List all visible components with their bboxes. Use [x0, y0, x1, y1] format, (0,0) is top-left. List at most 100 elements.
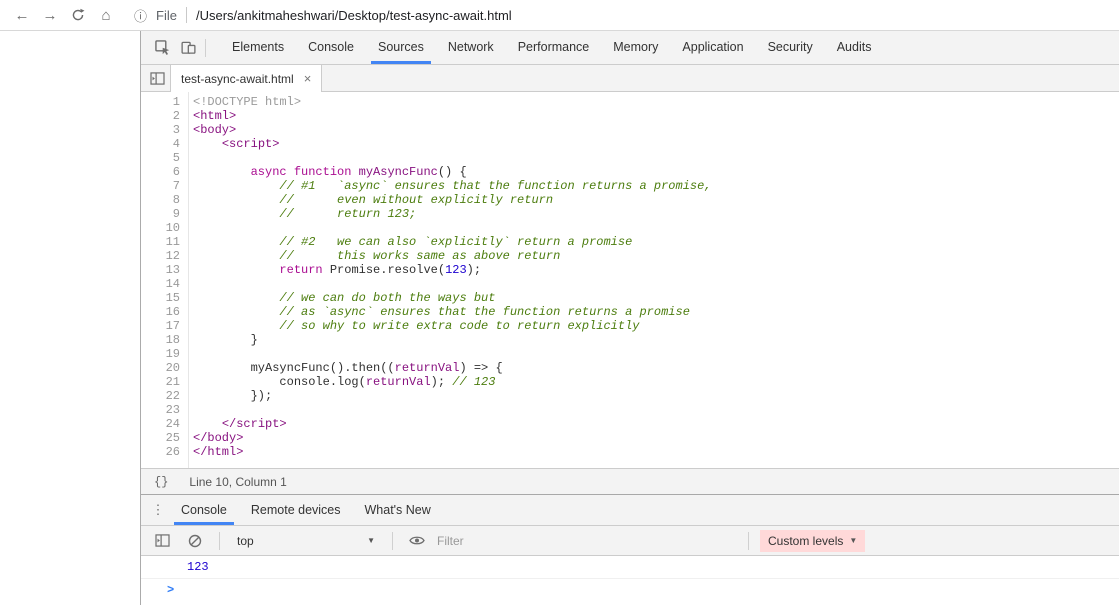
- tab-elements[interactable]: Elements: [220, 31, 296, 64]
- code-text: [188, 221, 193, 235]
- line-number[interactable]: 15: [141, 291, 188, 305]
- code-editor[interactable]: 1<!DOCTYPE html>2<html>3<body>4 <script>…: [141, 92, 1119, 468]
- line-number[interactable]: 24: [141, 417, 188, 431]
- line-number[interactable]: 13: [141, 263, 188, 277]
- address-bar[interactable]: ⓘ File /Users/ankitmaheshwari/Desktop/te…: [120, 0, 1111, 30]
- code-line[interactable]: 1<!DOCTYPE html>: [141, 95, 1119, 109]
- navigator-toggle-button[interactable]: [144, 65, 170, 91]
- code-text: <html>: [188, 109, 236, 123]
- line-number[interactable]: 10: [141, 221, 188, 235]
- line-number[interactable]: 17: [141, 319, 188, 333]
- code-text: // so why to write extra code to return …: [188, 319, 639, 333]
- page-info-icon[interactable]: ⓘ: [134, 6, 147, 25]
- home-button[interactable]: ⌂: [92, 1, 120, 29]
- code-line[interactable]: 19: [141, 347, 1119, 361]
- back-button[interactable]: ←: [8, 1, 36, 29]
- drawer-tab-remote-devices[interactable]: Remote devices: [239, 495, 353, 525]
- context-label: top: [237, 534, 254, 548]
- toolbar-divider: [392, 532, 393, 550]
- code-line[interactable]: 24 </script>: [141, 417, 1119, 431]
- console-levels-filter[interactable]: Custom levels ▼: [760, 530, 865, 552]
- close-icon[interactable]: ×: [304, 71, 312, 86]
- line-number[interactable]: 19: [141, 347, 188, 361]
- code-line[interactable]: 20 myAsyncFunc().then((returnVal) => {: [141, 361, 1119, 375]
- code-line[interactable]: 17 // so why to write extra code to retu…: [141, 319, 1119, 333]
- code-line[interactable]: 12 // this works same as above return: [141, 249, 1119, 263]
- code-text: [188, 403, 193, 417]
- tab-application[interactable]: Application: [670, 31, 755, 64]
- line-number[interactable]: 6: [141, 165, 188, 179]
- line-number[interactable]: 23: [141, 403, 188, 417]
- tab-security[interactable]: Security: [756, 31, 825, 64]
- code-line[interactable]: 25</body>: [141, 431, 1119, 445]
- forward-button[interactable]: →: [36, 1, 64, 29]
- code-line[interactable]: 23: [141, 403, 1119, 417]
- line-number[interactable]: 25: [141, 431, 188, 445]
- line-number[interactable]: 3: [141, 123, 188, 137]
- code-line[interactable]: 5: [141, 151, 1119, 165]
- line-number[interactable]: 20: [141, 361, 188, 375]
- code-line[interactable]: 4 <script>: [141, 137, 1119, 151]
- line-number[interactable]: 8: [141, 193, 188, 207]
- code-line[interactable]: 16 // as `async` ensures that the functi…: [141, 305, 1119, 319]
- tab-performance[interactable]: Performance: [506, 31, 602, 64]
- code-line[interactable]: 11 // #2 we can also `explicitly` return…: [141, 235, 1119, 249]
- line-number[interactable]: 1: [141, 95, 188, 109]
- device-toolbar-button[interactable]: [175, 35, 201, 61]
- reload-button[interactable]: [64, 1, 92, 29]
- clear-console-button[interactable]: [182, 528, 208, 554]
- line-number[interactable]: 22: [141, 389, 188, 403]
- code-text: }: [188, 333, 258, 347]
- code-line[interactable]: 7 // #1 `async` ensures that the functio…: [141, 179, 1119, 193]
- code-text: // return 123;: [188, 207, 416, 221]
- code-line[interactable]: 3<body>: [141, 123, 1119, 137]
- drawer-tab-what-s-new[interactable]: What's New: [353, 495, 443, 525]
- line-number[interactable]: 4: [141, 137, 188, 151]
- drawer-tabs: ConsoleRemote devicesWhat's New: [169, 495, 443, 525]
- tab-console[interactable]: Console: [296, 31, 366, 64]
- code-line[interactable]: 10: [141, 221, 1119, 235]
- code-text: return Promise.resolve(123);: [188, 263, 481, 277]
- console-sidebar-button[interactable]: [149, 528, 175, 554]
- line-number[interactable]: 5: [141, 151, 188, 165]
- home-icon: ⌂: [101, 7, 110, 24]
- tab-network[interactable]: Network: [436, 31, 506, 64]
- line-number[interactable]: 11: [141, 235, 188, 249]
- file-tab-label: test-async-await.html: [181, 72, 294, 86]
- drawer-menu-icon[interactable]: ⋮: [147, 502, 169, 518]
- code-line[interactable]: 15 // we can do both the ways but: [141, 291, 1119, 305]
- inspect-element-button[interactable]: [149, 35, 175, 61]
- line-number[interactable]: 16: [141, 305, 188, 319]
- console-filter-input[interactable]: [437, 534, 737, 548]
- line-number[interactable]: 26: [141, 445, 188, 459]
- live-expression-button[interactable]: [404, 528, 430, 554]
- code-text: [188, 151, 193, 165]
- line-number[interactable]: 14: [141, 277, 188, 291]
- code-line[interactable]: 22 });: [141, 389, 1119, 403]
- tab-memory[interactable]: Memory: [601, 31, 670, 64]
- drawer-tab-console[interactable]: Console: [169, 495, 239, 525]
- code-line[interactable]: 2<html>: [141, 109, 1119, 123]
- tab-sources[interactable]: Sources: [366, 31, 436, 64]
- code-line[interactable]: 14: [141, 277, 1119, 291]
- line-number[interactable]: 9: [141, 207, 188, 221]
- tab-audits[interactable]: Audits: [825, 31, 884, 64]
- prompt-chevron-icon: >: [167, 583, 174, 597]
- code-line[interactable]: 18 }: [141, 333, 1119, 347]
- pretty-print-icon[interactable]: {}: [149, 475, 173, 489]
- line-number[interactable]: 21: [141, 375, 188, 389]
- console-prompt[interactable]: >: [141, 579, 1119, 601]
- code-line[interactable]: 6 async function myAsyncFunc() {: [141, 165, 1119, 179]
- line-number[interactable]: 7: [141, 179, 188, 193]
- code-line[interactable]: 8 // even without explicitly return: [141, 193, 1119, 207]
- code-line[interactable]: 26</html>: [141, 445, 1119, 459]
- line-number[interactable]: 2: [141, 109, 188, 123]
- code-line[interactable]: 9 // return 123;: [141, 207, 1119, 221]
- file-tab[interactable]: test-async-await.html ×: [170, 65, 322, 92]
- console-context-select[interactable]: top ▼: [231, 534, 381, 548]
- line-number[interactable]: 18: [141, 333, 188, 347]
- code-line[interactable]: 21 console.log(returnVal); // 123: [141, 375, 1119, 389]
- line-number[interactable]: 12: [141, 249, 188, 263]
- code-line[interactable]: 13 return Promise.resolve(123);: [141, 263, 1119, 277]
- url-scheme: File: [156, 8, 177, 23]
